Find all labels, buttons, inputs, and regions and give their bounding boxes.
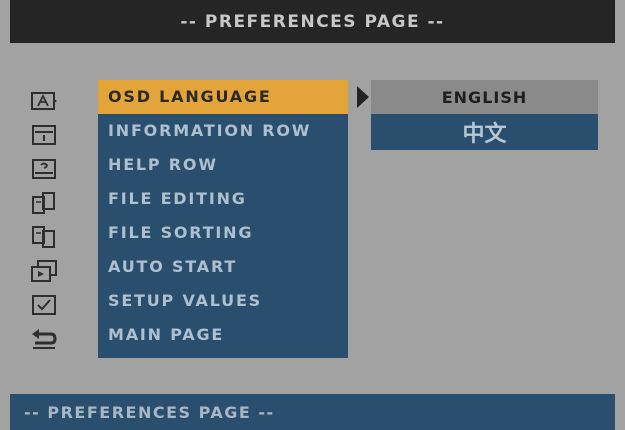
menu-icon-column: [25, 84, 65, 356]
menu-item-osd-language[interactable]: OSD LANGUAGE: [98, 80, 348, 114]
menu-item-label: SETUP VALUES: [108, 291, 263, 310]
back-arrow-icon: [25, 322, 63, 356]
menu-item-label: HELP ROW: [108, 155, 218, 174]
menu-item-label: FILE EDITING: [108, 189, 247, 208]
auto-start-icon: [25, 254, 63, 288]
file-editing-icon: [25, 186, 63, 220]
menu-item-label: MAIN PAGE: [108, 325, 225, 344]
language-option-english[interactable]: ENGLISH: [371, 80, 598, 114]
setup-values-icon: [25, 288, 63, 322]
menu-item-information-row[interactable]: INFORMATION ROW: [98, 114, 348, 148]
help-row-icon: [25, 152, 63, 186]
language-icon: [25, 84, 63, 118]
menu-item-help-row[interactable]: HELP ROW: [98, 148, 348, 182]
menu-item-label: OSD LANGUAGE: [108, 87, 272, 106]
menu-item-main-page[interactable]: MAIN PAGE: [98, 318, 348, 352]
language-submenu: ENGLISH 中文: [371, 80, 598, 150]
menu-item-label: AUTO START: [108, 257, 238, 276]
page-title: -- PREFERENCES PAGE --: [180, 11, 445, 32]
status-bar-label: -- PREFERENCES PAGE --: [24, 402, 275, 422]
page-title-bar: -- PREFERENCES PAGE --: [10, 0, 615, 43]
menu-item-label: INFORMATION ROW: [108, 121, 312, 140]
language-option-chinese[interactable]: 中文: [371, 114, 598, 150]
menu-item-file-sorting[interactable]: FILE SORTING: [98, 216, 348, 250]
menu-item-auto-start[interactable]: AUTO START: [98, 250, 348, 284]
language-option-label: ENGLISH: [441, 87, 528, 107]
file-sorting-icon: [25, 220, 63, 254]
language-option-label: 中文: [462, 122, 507, 147]
information-row-icon: [25, 118, 63, 152]
menu-item-file-editing[interactable]: FILE EDITING: [98, 182, 348, 216]
status-bar: -- PREFERENCES PAGE --: [10, 394, 615, 430]
menu-item-setup-values[interactable]: SETUP VALUES: [98, 284, 348, 318]
preferences-menu: OSD LANGUAGE INFORMATION ROW HELP ROW FI…: [98, 80, 348, 358]
menu-item-label: FILE SORTING: [108, 223, 254, 242]
submenu-arrow-icon: [357, 86, 369, 108]
